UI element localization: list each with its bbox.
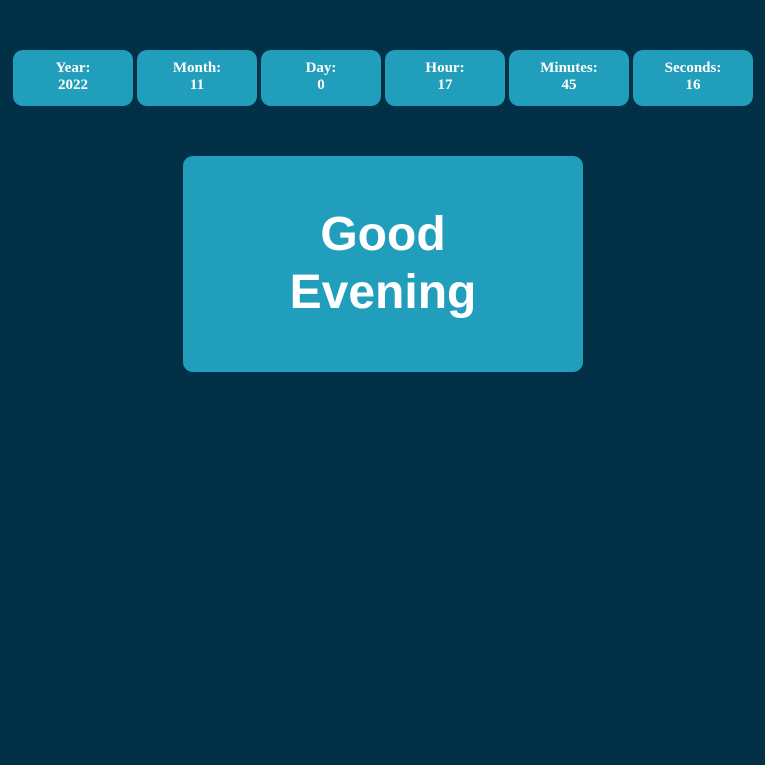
year-card: Year: 2022 [13,50,133,106]
month-label: Month: [172,60,222,76]
year-value: 2022 [58,77,88,93]
minutes-value: 45 [561,77,577,93]
day-value: 0 [317,77,325,93]
month-value: 11 [189,77,205,93]
year-label: Year: [55,60,91,76]
greeting-card: Good Evening [183,156,583,372]
hour-card: Hour: 17 [385,50,505,106]
greeting-text: Good Evening [289,208,477,319]
month-card: Month: 11 [137,50,257,106]
hour-label: Hour: [425,60,465,76]
hour-value: 17 [437,77,453,93]
seconds-card: Seconds: 16 [633,50,753,106]
day-card: Day: 0 [261,50,381,106]
time-display: Year: 2022 Month: 11 Day: 0 Hour: 17 Min… [13,50,753,106]
day-label: Day: [305,60,337,76]
seconds-label: Seconds: [664,60,722,76]
minutes-label: Minutes: [540,60,598,76]
minutes-card: Minutes: 45 [509,50,629,106]
seconds-value: 16 [685,77,701,93]
